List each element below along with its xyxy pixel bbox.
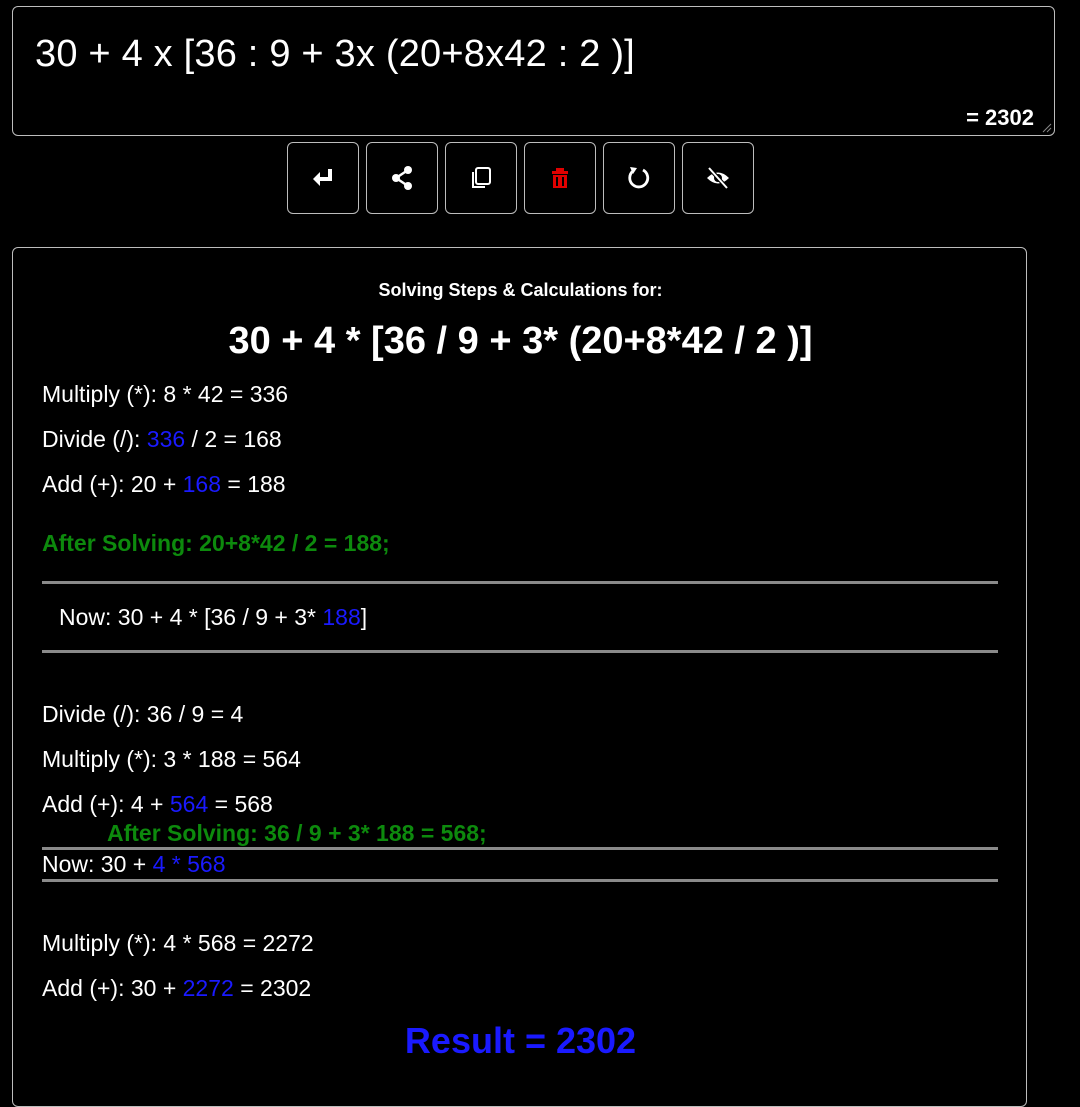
step-multiply-2: Multiply (*): 3 * 188 = 564 [42, 746, 301, 772]
step-divide-2: Divide (/): 36 / 9 = 4 [42, 701, 244, 727]
step-add-1: Add (+): 20 + 168 = 188 [42, 471, 286, 497]
after-solving-1: After Solving: 20+8*42 / 2 = 188; [42, 530, 390, 556]
now-expression-1: Now: 30 + 4 * [36 / 9 + 3* 188] [59, 604, 368, 630]
copy-icon [472, 167, 491, 188]
divider [42, 581, 998, 584]
step-divide-1: Divide (/): 336 / 2 = 168 [42, 426, 282, 452]
divider [42, 650, 998, 653]
refresh-icon [628, 167, 650, 189]
share-button[interactable] [366, 142, 438, 214]
step-multiply-1: Multiply (*): 8 * 42 = 336 [42, 381, 289, 407]
eye-off-icon [707, 166, 729, 190]
expression-input-box[interactable]: 30 + 4 x [36 : 9 + 3x (20+8x42 : 2 )] = … [12, 6, 1055, 136]
now-expression-2: Now: 30 + 4 * 568 [42, 851, 226, 877]
after-solving-2: After Solving: 36 / 9 + 3* 188 = 568; [107, 820, 487, 846]
divider [42, 847, 998, 850]
share-icon [392, 166, 412, 190]
steps-panel: Solving Steps & Calculations for: 30 + 4… [12, 247, 1027, 1107]
trash-icon [552, 168, 568, 188]
divider [42, 879, 998, 882]
enter-icon [313, 169, 332, 186]
expression-input[interactable]: 30 + 4 x [36 : 9 + 3x (20+8x42 : 2 )] [35, 33, 635, 76]
toolbar [287, 142, 754, 214]
hide-button[interactable] [682, 142, 754, 214]
resize-grip-icon[interactable] [1040, 121, 1052, 133]
step-add-3: Add (+): 30 + 2272 = 2302 [42, 975, 312, 1001]
reset-button[interactable] [603, 142, 675, 214]
copy-button[interactable] [445, 142, 517, 214]
steps-heading: Solving Steps & Calculations for: [378, 280, 663, 300]
final-result: Result = 2302 [404, 1020, 637, 1061]
steps-expression: 30 + 4 * [36 / 9 + 3* (20+8*42 / 2 )] [228, 320, 813, 362]
expression-result: = 2302 [966, 105, 1034, 130]
step-add-2: Add (+): 4 + 564 = 568 [42, 791, 273, 817]
delete-button[interactable] [524, 142, 596, 214]
enter-button[interactable] [287, 142, 359, 214]
step-multiply-3: Multiply (*): 4 * 568 = 2272 [42, 930, 314, 956]
